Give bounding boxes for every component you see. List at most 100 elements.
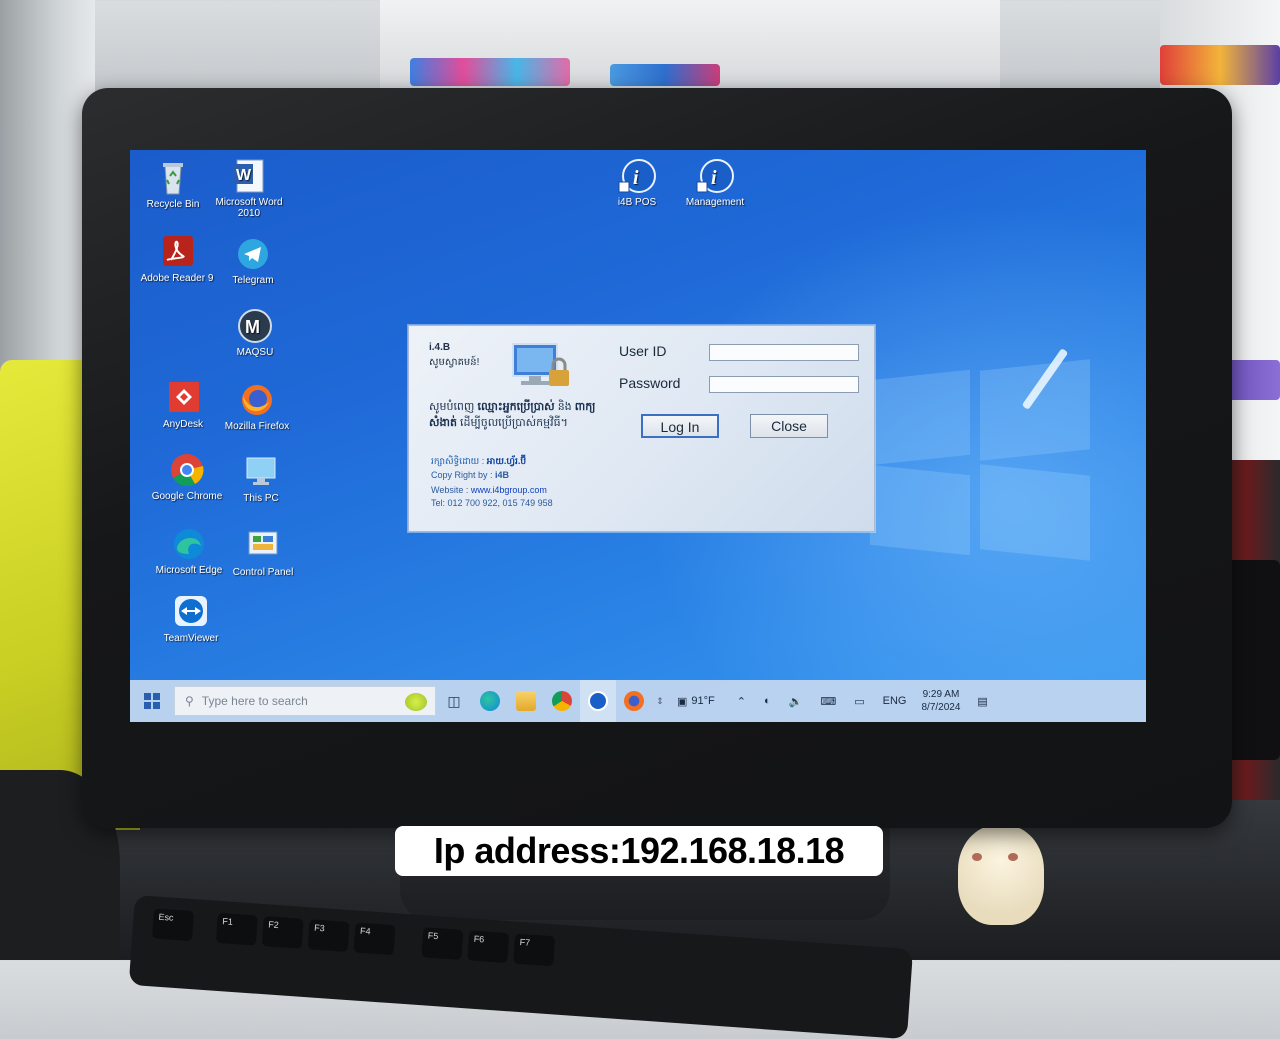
taskbar-firefox-icon[interactable] <box>616 680 652 722</box>
maqsu-icon: M <box>238 309 272 343</box>
desktop-icon-this-pc[interactable]: This PC <box>220 454 302 504</box>
instruction-text: សូមបំពេញ <box>429 401 478 413</box>
login-button[interactable]: Log In <box>641 414 719 438</box>
taskbar-search-box[interactable]: ⚲ Type here to search <box>174 686 436 716</box>
svg-text:M: M <box>245 317 260 337</box>
taskbar-overflow-arrows[interactable]: ⇕ <box>652 680 668 722</box>
taskbar-edge-icon[interactable] <box>472 680 508 722</box>
password-label: Password <box>619 375 681 391</box>
secure-computer-icon <box>512 343 569 386</box>
desktop-icon-word[interactable]: W Microsoft Word 2010 <box>208 158 290 219</box>
desktop-icon-label: MAQSU <box>236 347 274 358</box>
chevron-up-icon[interactable]: ⌃ <box>737 695 746 708</box>
edge-icon <box>174 529 204 559</box>
desktop-icon-adobe-reader[interactable]: Adobe Reader 9 <box>136 234 218 284</box>
store-shelf-back <box>380 0 1000 95</box>
file-explorer-icon[interactable] <box>508 680 544 722</box>
desktop-icon-label: Google Chrome <box>151 491 223 502</box>
teamviewer-icon <box>175 596 207 626</box>
i4b-pos-icon: i <box>618 159 656 193</box>
clock-date: 8/7/2024 <box>921 702 961 713</box>
desktop-icon-firefox[interactable]: Mozilla Firefox <box>216 382 298 432</box>
login-instructions: សូមបំពេញ ឈ្មោះអ្នកប្រើប្រាស់ និង ពាក្យសំ… <box>429 399 614 431</box>
clock[interactable]: 9:29 AM 8/7/2024 <box>921 688 960 714</box>
website-link[interactable]: www.i4bgroup.com <box>471 485 547 495</box>
desktop-icon-label: Microsoft Edge <box>155 565 223 576</box>
desktop-icon-anydesk[interactable]: AnyDesk <box>142 380 224 430</box>
login-dialog: i.4.B សូមស្វាគមន៍! សូមបំពេញ ឈ្មោះអ្នកប្រ… <box>408 325 875 532</box>
password-field[interactable] <box>709 376 859 393</box>
clock-time: 9:29 AM <box>922 689 960 700</box>
this-pc-icon <box>246 457 276 485</box>
desktop-icon-edge[interactable]: Microsoft Edge <box>148 526 230 576</box>
weather-icon[interactable]: ▣ <box>677 695 687 708</box>
windows-icon <box>143 692 161 710</box>
key-f5[interactable]: F5 <box>421 927 464 960</box>
windows-logo-wallpaper <box>870 350 1090 561</box>
copyright-en-label: Copy Right by : <box>431 470 496 480</box>
desktop-icon-management[interactable]: i Management <box>674 158 756 208</box>
website-line: Website : www.i4bgroup.com <box>431 485 547 495</box>
key-f1[interactable]: F1 <box>215 912 258 946</box>
desktop-icon-label: AnyDesk <box>162 419 203 430</box>
userid-label: User ID <box>619 343 667 359</box>
volume-icon[interactable]: 🔉 <box>789 695 803 708</box>
shelf-products <box>610 64 720 86</box>
system-tray: ▣ 91°F ⌃ ◐ 🔉 ⌨ ▭ ENG 9:29 AM 8/7/2024 ▤ <box>668 680 997 722</box>
network-icon[interactable]: ▭ <box>854 695 864 708</box>
telegram-icon <box>238 239 268 269</box>
desktop-icon-teamviewer[interactable]: TeamViewer <box>150 594 232 644</box>
desktop-icon-telegram[interactable]: Telegram <box>212 236 294 286</box>
desktop-icon-label: TeamViewer <box>163 633 219 644</box>
key-esc[interactable]: Esc <box>152 908 195 942</box>
key-f6[interactable]: F6 <box>467 930 510 964</box>
desktop-icon-control-panel[interactable]: Control Panel <box>222 528 304 578</box>
desktop-icon-label: Recycle Bin <box>146 199 200 210</box>
key-f4[interactable]: F4 <box>353 922 396 956</box>
key-f7[interactable]: F7 <box>513 933 556 967</box>
i4b-management-icon: i <box>696 159 734 193</box>
brand-label: i.4.B <box>429 342 451 353</box>
weather-temperature[interactable]: 91°F <box>691 695 714 707</box>
desktop-icon-label: Management <box>685 197 745 208</box>
ip-address-caption: Ip address:192.168.18.18 <box>395 826 883 876</box>
desktop-icon-maqsu[interactable]: M MAQSU <box>214 308 296 358</box>
key-f2[interactable]: F2 <box>261 916 304 949</box>
taskbar: ⚲ Type here to search ◫ ⇕ ▣ 91°F ⌃ ◐ 🔉 ⌨… <box>130 680 1146 722</box>
desktop-icon-i4b-pos[interactable]: i i4B POS <box>596 158 678 208</box>
copyright-english: Copy Right by : i4B <box>431 470 509 480</box>
search-icon: ⚲ <box>185 694 194 708</box>
word-icon: W <box>233 159 264 193</box>
shelf-products <box>410 58 570 86</box>
touch-keyboard-icon[interactable]: ⌨ <box>820 695 836 708</box>
taskbar-i4b-pos-icon[interactable] <box>580 680 616 722</box>
taskbar-chrome-icon[interactable] <box>544 680 580 722</box>
desktop-icon-chrome[interactable]: Google Chrome <box>146 452 228 502</box>
firefox-icon <box>242 385 272 415</box>
recycle-bin-icon <box>163 163 183 195</box>
shelf-products <box>1160 45 1280 85</box>
key-f3[interactable]: F3 <box>307 919 350 952</box>
meet-now-icon[interactable]: ◐ <box>764 695 771 707</box>
language-indicator[interactable]: ENG <box>883 695 907 707</box>
userid-field[interactable] <box>709 344 859 361</box>
instruction-text: ដើម្បីចូលប្រើប្រាស់កម្មវិធី។ <box>456 417 568 429</box>
notification-icon[interactable]: ▤ <box>977 695 987 708</box>
website-label: Website : <box>431 485 471 495</box>
desktop-icon-label: i4B POS <box>617 197 657 208</box>
desktop-icon-label: Mozilla Firefox <box>224 421 290 432</box>
instruction-username-term: ឈ្មោះអ្នកប្រើប្រាស់ <box>477 401 555 413</box>
task-view-icon[interactable]: ◫ <box>436 680 472 722</box>
close-button[interactable]: Close <box>750 414 828 438</box>
adobe-reader-icon <box>163 236 193 266</box>
desktop-icon-label: This PC <box>243 493 279 504</box>
chrome-icon <box>171 454 204 487</box>
start-button[interactable] <box>130 680 174 722</box>
store-fridge <box>0 0 95 420</box>
desktop-icon-label: Microsoft Word 2010 <box>215 197 283 219</box>
instruction-text: និង <box>554 401 575 413</box>
welcome-text: សូមស្វាគមន៍! <box>429 357 480 368</box>
tennis-doodle-icon <box>405 693 427 711</box>
anydesk-icon <box>169 382 199 412</box>
desktop-icon-recycle-bin[interactable]: Recycle Bin <box>132 160 214 210</box>
